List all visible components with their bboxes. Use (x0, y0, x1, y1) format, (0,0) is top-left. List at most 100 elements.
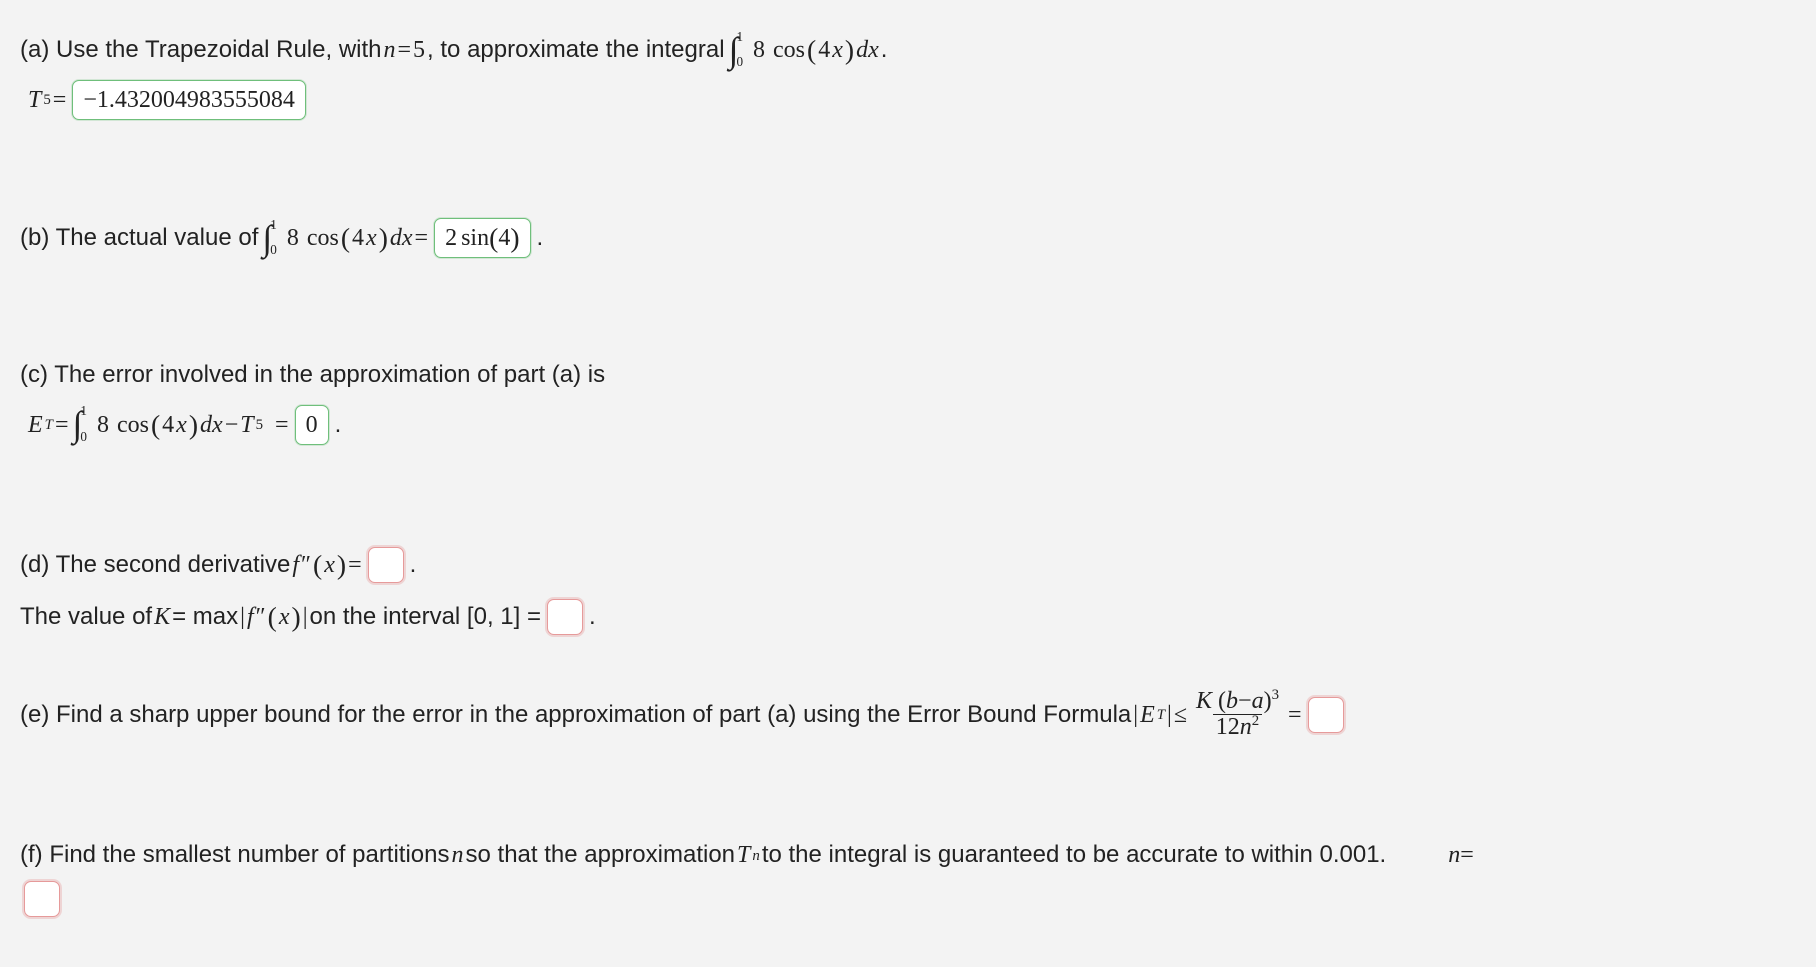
answer-input-e[interactable] (1308, 697, 1344, 733)
integral-lower: 0 (736, 55, 743, 68)
equals: = (1288, 696, 1302, 734)
abs-close-icon: | (303, 598, 308, 636)
part-a-prompt: (a) Use the Trapezoidal Rule, with n = 5… (20, 28, 1796, 72)
paren-close: ) (510, 216, 519, 260)
coef: 8 (97, 406, 109, 444)
text: = max (172, 598, 238, 636)
ans-coef: 2 (445, 219, 457, 257)
paren-close: ) (189, 403, 198, 447)
exp-2: 2 (1252, 713, 1259, 729)
var-a: a (1252, 688, 1264, 714)
prime-icon: ″ (301, 546, 311, 584)
text: to the integral is guaranteed to be accu… (762, 836, 1386, 874)
integral-upper: 1 (270, 218, 277, 231)
integral-lower: 0 (80, 430, 87, 443)
label-f: f (247, 598, 254, 636)
label-T: T (737, 836, 750, 874)
paren-open: ( (341, 216, 350, 260)
ans-fn: sin (461, 219, 489, 257)
exp-3: 3 (1272, 687, 1279, 703)
var-x: x (366, 219, 377, 257)
period: . (410, 546, 417, 584)
ans-arg: 4 (498, 219, 510, 257)
paren-open: ( (313, 543, 322, 587)
integral-icon: ∫ 1 0 (729, 36, 743, 65)
part-e: (e) Find a sharp upper bound for the err… (20, 689, 1796, 740)
abs-open-icon: | (1133, 696, 1138, 734)
equals: = (53, 81, 67, 119)
paren-open: ( (268, 595, 277, 639)
period: . (537, 219, 544, 257)
equals: = (348, 546, 362, 584)
coef-4: 4 (818, 31, 830, 69)
paren-close: ) (291, 595, 300, 639)
paren-open: ( (807, 28, 816, 72)
var-n: n (1240, 714, 1252, 740)
coef: 8 (753, 31, 765, 69)
equals: = (1460, 836, 1474, 874)
answer-input-f[interactable] (24, 881, 60, 917)
label-E: E (28, 406, 43, 444)
equals: = (55, 406, 69, 444)
question-page: (a) Use the Trapezoidal Rule, with n = 5… (0, 0, 1816, 967)
le-icon: ≤ (1174, 696, 1187, 734)
answer-input-b[interactable]: 2 sin ( 4 ) (434, 218, 530, 258)
part-f-line1: (f) Find the smallest number of partitio… (20, 836, 1796, 874)
dx: dx (200, 406, 223, 444)
part-f: (f) Find the smallest number of partitio… (20, 836, 1796, 916)
var-x: x (176, 406, 187, 444)
paren-close: ) (845, 28, 854, 72)
period: . (335, 406, 342, 444)
part-c-equation: E T = ∫ 1 0 8 cos ( 4 x ) dx − T 5 = (28, 403, 1796, 447)
paren-open: ( (489, 216, 498, 260)
abs-close-icon: | (1167, 696, 1172, 734)
var-K: K (1196, 688, 1212, 714)
coef-12: 12 (1216, 714, 1240, 740)
answer-input-d1[interactable] (368, 547, 404, 583)
fraction-denominator: 12n2 (1213, 714, 1262, 740)
dx: dx (856, 31, 879, 69)
minus: − (225, 406, 239, 444)
part-d: (d) The second derivative f ″ ( x ) = . … (20, 543, 1796, 639)
part-d-line1: (d) The second derivative f ″ ( x ) = . (20, 543, 1796, 587)
label-T: T (240, 406, 253, 444)
var-b: b (1226, 688, 1238, 714)
n-equals: n = (1448, 836, 1474, 874)
text: (e) Find a sharp upper bound for the err… (20, 696, 1131, 734)
answer-input-a[interactable]: −1.432004983555084 (72, 80, 306, 120)
text: (d) The second derivative (20, 546, 290, 584)
label-K: K (154, 598, 170, 636)
part-a-answer-line: T 5 = −1.432004983555084 (28, 80, 1796, 120)
part-c: (c) The error involved in the approximat… (20, 356, 1796, 447)
period: . (881, 31, 888, 69)
part-a: (a) Use the Trapezoidal Rule, with n = 5… (20, 28, 1796, 120)
paren-open: ( (151, 403, 160, 447)
prime-icon: ″ (256, 598, 266, 636)
paren-close: ) (379, 216, 388, 260)
integral-icon: ∫ 1 0 (73, 410, 87, 439)
part-b-line: (b) The actual value of ∫ 1 0 8 cos ( 4 … (20, 216, 1796, 260)
period: . (589, 598, 596, 636)
var-x: x (324, 546, 335, 584)
fraction: K (b−a)3 12n2 (1193, 689, 1282, 740)
answer-input-d2[interactable] (547, 599, 583, 635)
integral-upper: 1 (80, 404, 87, 417)
coef-4: 4 (162, 406, 174, 444)
part-b: (b) The actual value of ∫ 1 0 8 cos ( 4 … (20, 216, 1796, 260)
integral-icon: ∫ 1 0 (262, 224, 276, 253)
fraction-numerator: K (b−a)3 (1193, 689, 1282, 714)
var-n: n (384, 31, 396, 69)
text: (c) The error involved in the approximat… (20, 356, 605, 394)
fn-cos: cos (307, 219, 339, 257)
var-x: x (279, 598, 290, 636)
text: (a) Use the Trapezoidal Rule, with (20, 31, 382, 69)
equals: = (398, 31, 412, 69)
text: (f) Find the smallest number of partitio… (20, 836, 450, 874)
answer-input-c[interactable]: 0 (295, 405, 329, 445)
var-n: n (1448, 836, 1460, 874)
text: (b) The actual value of (20, 219, 258, 257)
fn-cos: cos (117, 406, 149, 444)
coef-4: 4 (352, 219, 364, 257)
dx: dx (390, 219, 413, 257)
part-f-answer-line (20, 881, 1796, 917)
